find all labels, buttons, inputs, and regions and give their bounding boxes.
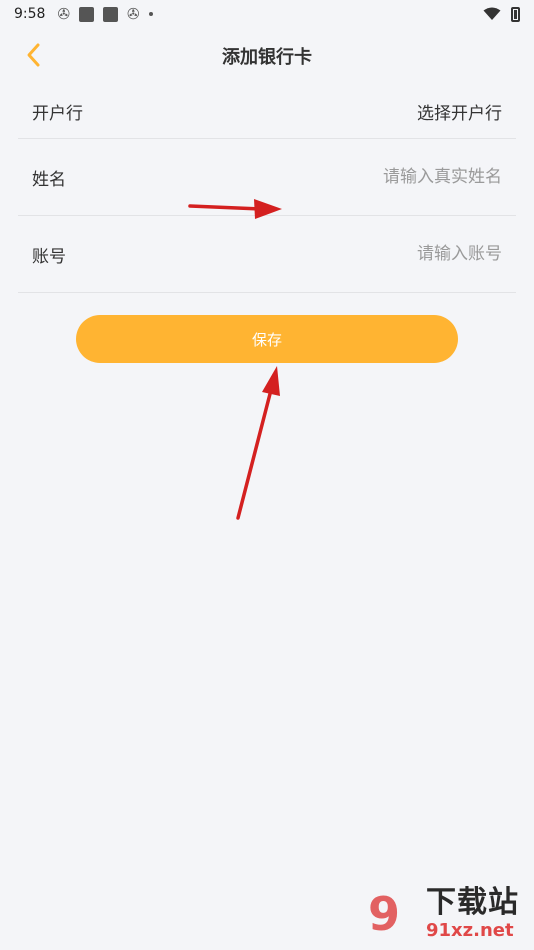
back-button[interactable] xyxy=(20,40,48,70)
bank-card-form: 开户行 选择开户行 姓名 账号 xyxy=(18,84,516,293)
chevron-left-icon xyxy=(27,43,40,67)
wifi-icon xyxy=(483,7,501,20)
save-button[interactable]: 保存 xyxy=(76,315,458,363)
account-label: 账号 xyxy=(32,246,66,267)
account-row: 账号 xyxy=(18,216,516,293)
aperture-icon: ✇ xyxy=(127,4,140,23)
app-notification-icon xyxy=(103,6,119,22)
watermark: 9 下载站 91xz.net xyxy=(368,882,528,946)
name-row: 姓名 xyxy=(18,139,516,216)
app-notification-icon xyxy=(79,6,95,22)
battery-icon xyxy=(511,6,520,22)
system-icons xyxy=(483,6,520,22)
status-time: 9:58 xyxy=(14,6,46,22)
bank-label: 开户行 xyxy=(32,103,83,124)
page-title: 添加银行卡 xyxy=(222,47,312,68)
arrow-to-save-button xyxy=(236,366,280,520)
account-input[interactable] xyxy=(242,244,502,264)
more-notifications-icon xyxy=(148,12,153,16)
nav-bar: 添加银行卡 xyxy=(0,28,534,84)
status-bar: 9:58 ✇ ✇ xyxy=(0,0,534,28)
bank-row[interactable]: 开户行 选择开户行 xyxy=(18,84,516,139)
watermark-cn: 下载站 xyxy=(426,885,519,920)
name-input[interactable] xyxy=(242,167,502,187)
notification-icons: ✇ ✇ xyxy=(57,4,153,23)
watermark-en: 91xz.net xyxy=(426,920,514,941)
watermark-logo-icon: 9 xyxy=(368,887,401,941)
aperture-icon: ✇ xyxy=(57,4,71,23)
name-label: 姓名 xyxy=(32,169,66,190)
bank-selector[interactable]: 选择开户行 xyxy=(417,99,502,124)
